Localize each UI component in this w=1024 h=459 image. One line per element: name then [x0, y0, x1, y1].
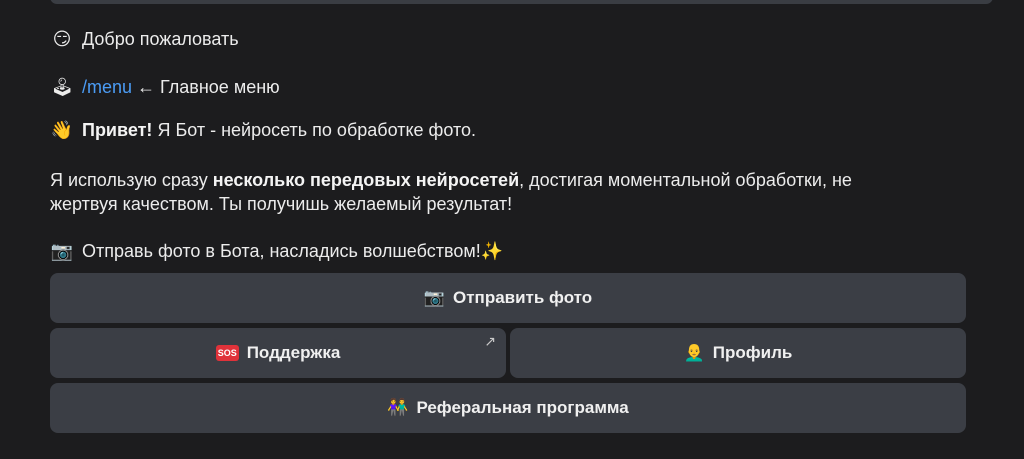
joystick-emoji-icon: 🕹 [50, 77, 74, 98]
couple-icon: 👫 [387, 398, 409, 418]
greeting-text: Я Бот - нейросеть по обработке фото. [157, 120, 477, 140]
sparkles-emoji-icon: ✨ [480, 241, 504, 261]
support-label: Поддержка [246, 343, 341, 362]
send-prompt-line: 📷 Отправь фото в Бота, насладись волшебст… [50, 239, 503, 264]
welcome-line: 😏 Добро пожаловать [50, 27, 239, 52]
smirk-emoji-icon: 😏 [52, 29, 72, 50]
support-button[interactable]: SOS Поддержка ↗ [50, 328, 506, 378]
referral-label: Реферальная программа [416, 398, 629, 417]
description-line2-text: жертвуя качеством. Ты получишь желаемый … [50, 194, 513, 214]
previous-message-bar [50, 0, 993, 4]
menu-hint-text: ← Главное меню [137, 77, 280, 97]
waving-hand-emoji-icon: 👋 [50, 120, 74, 141]
welcome-text: Добро пожаловать [82, 29, 239, 49]
description-post: , достигая моментальной обработки, не [519, 170, 852, 190]
description-line-1: Я использую сразу несколько передовых не… [50, 168, 852, 192]
send-photo-label: Отправить фото [453, 288, 593, 307]
person-icon: 👨‍🦲 [683, 343, 705, 363]
camera-emoji-icon: 📷 [50, 241, 74, 262]
referral-button[interactable]: 👫 Реферальная программа [50, 383, 966, 433]
send-photo-button[interactable]: 📷 Отправить фото [50, 273, 966, 323]
profile-label: Профиль [712, 343, 793, 362]
greeting-line: 👋 Привет! Я Бот - нейросеть по обработке … [50, 118, 476, 143]
description-pre: Я использую сразу [50, 170, 208, 190]
camera-icon: 📷 [423, 288, 445, 308]
send-prompt-text: Отправь фото в Бота, насладись волшебств… [82, 241, 481, 261]
menu-line: 🕹 /menu ← Главное меню [50, 75, 280, 100]
profile-button[interactable]: 👨‍🦲 Профиль [510, 328, 966, 378]
menu-command-link[interactable]: /menu [82, 77, 132, 97]
greeting-bold: Привет! [82, 120, 153, 140]
sos-icon: SOS [215, 345, 239, 361]
description-line-2: жертвуя качеством. Ты получишь желаемый … [50, 192, 512, 216]
external-link-arrow-icon: ↗ [484, 334, 496, 350]
description-bold: несколько передовых нейросетей [212, 170, 520, 190]
